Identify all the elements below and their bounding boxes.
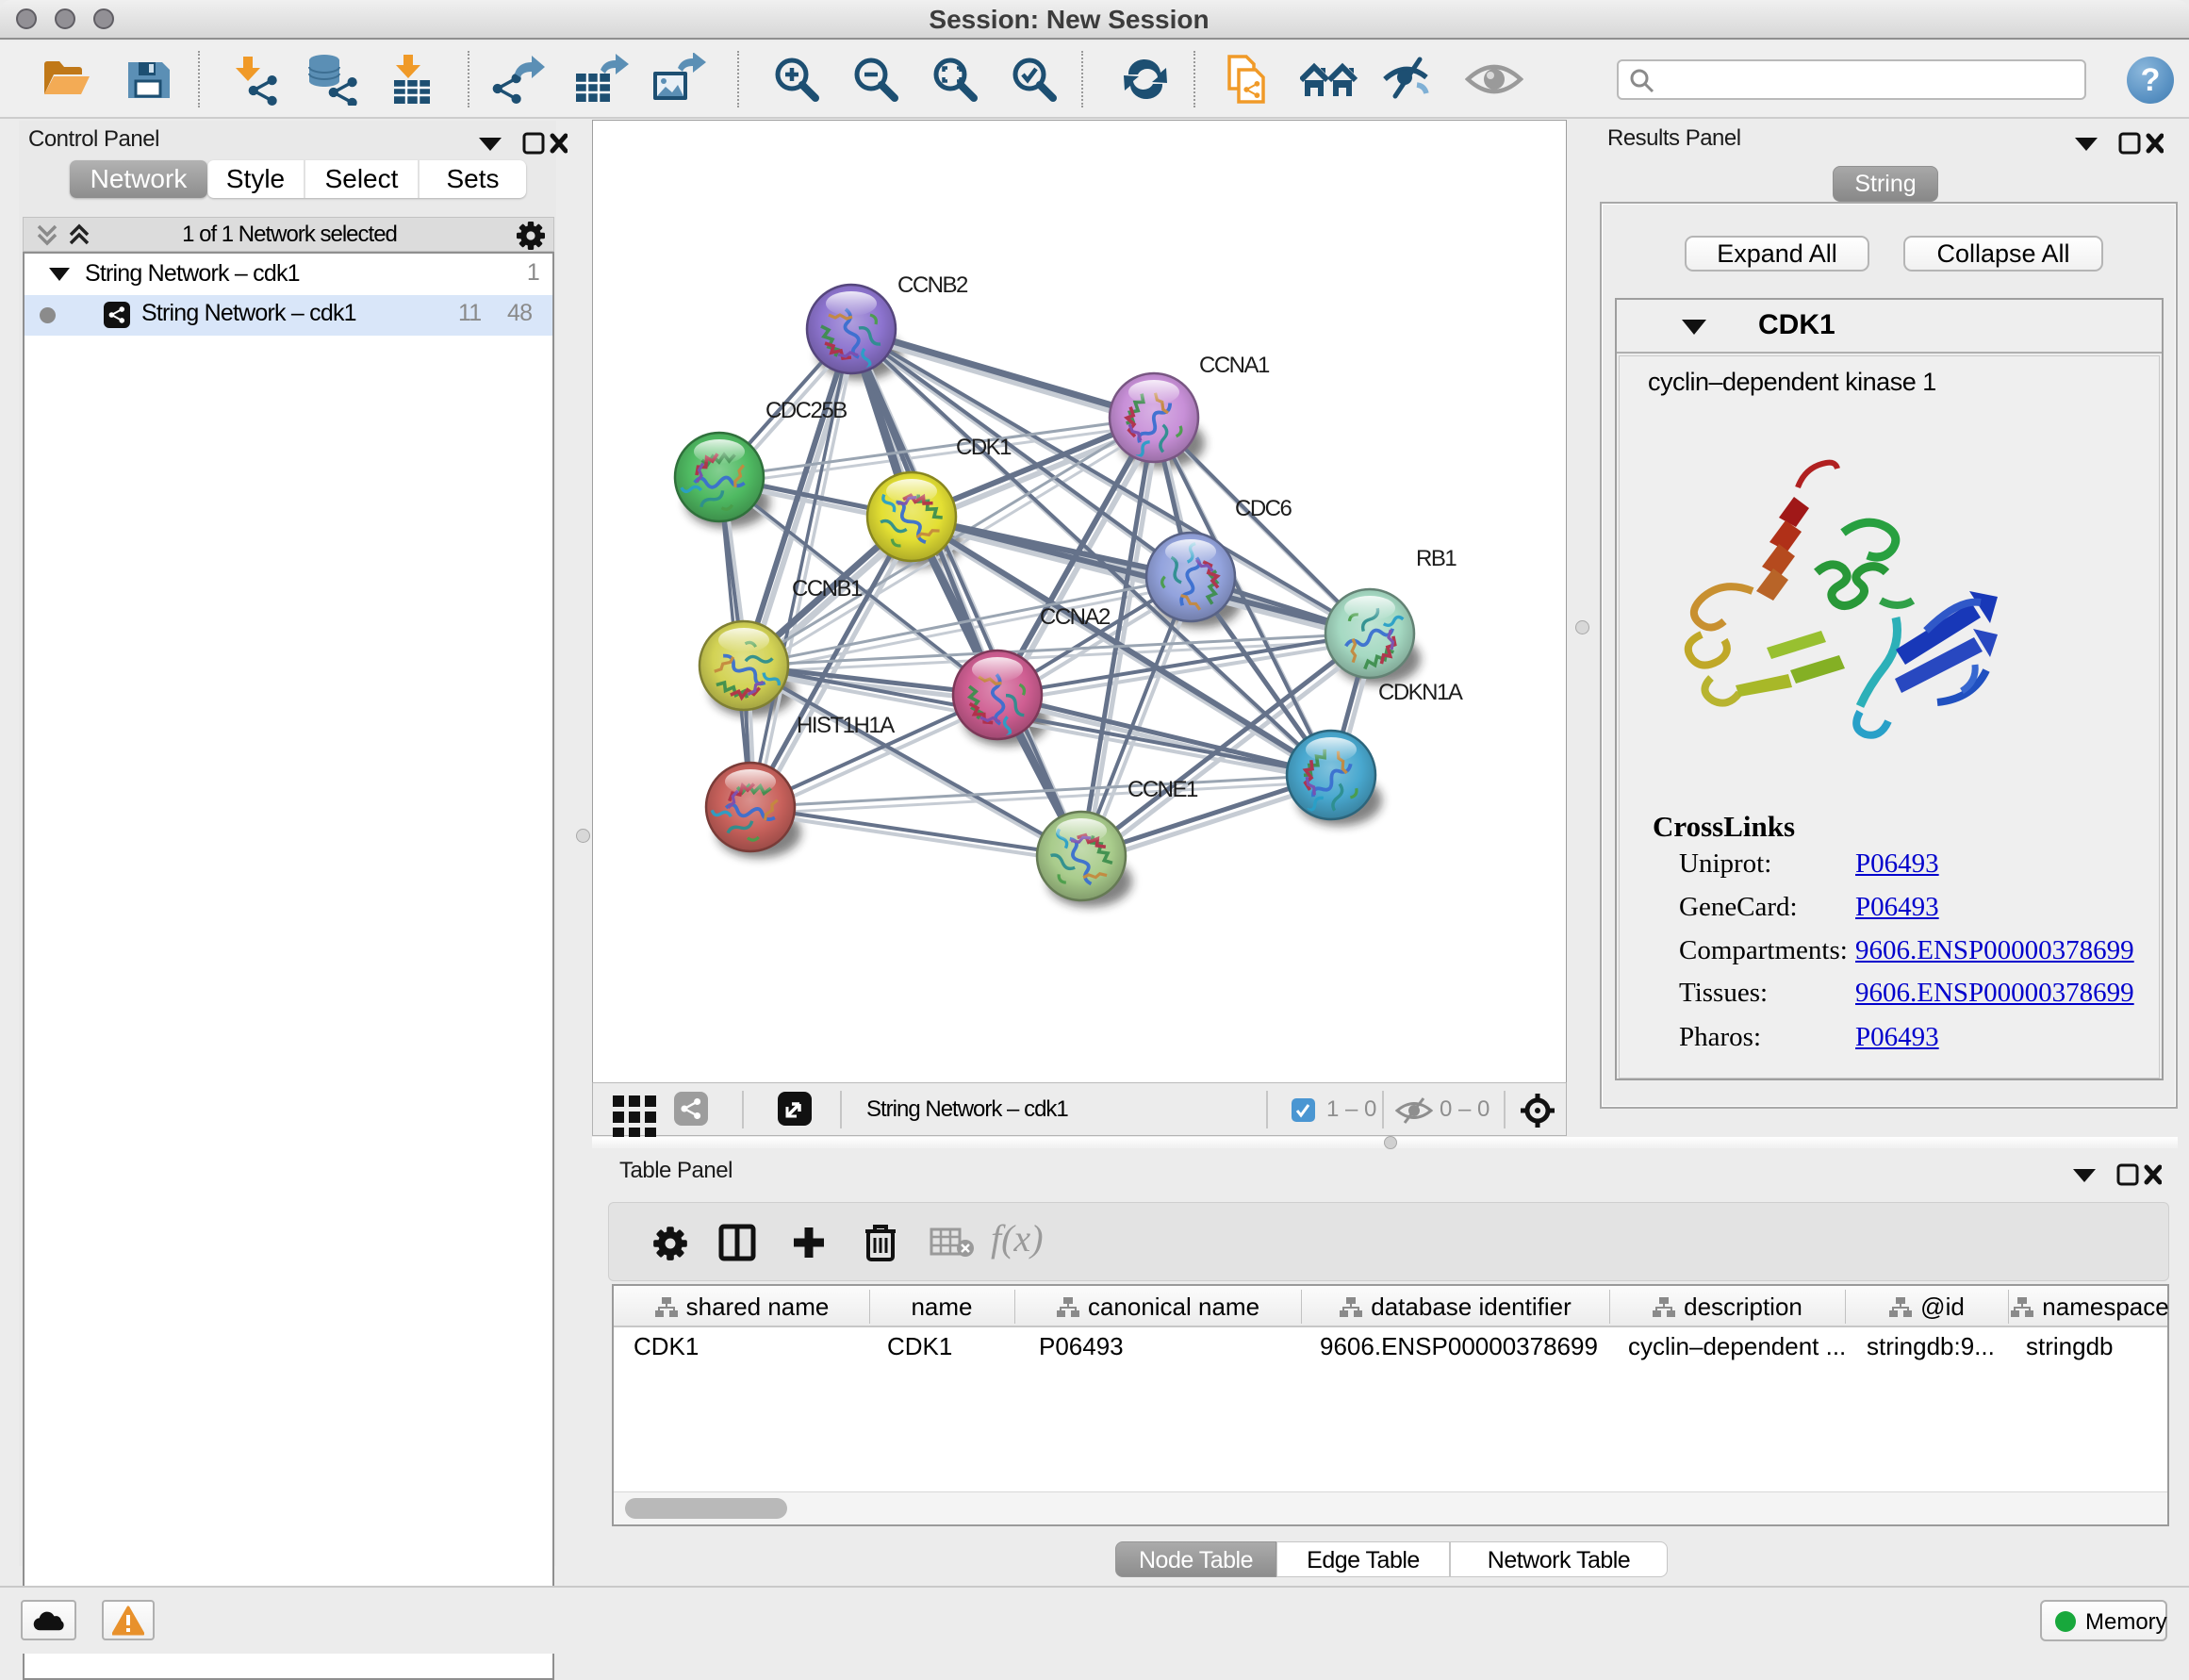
svg-text:CCNE1: CCNE1: [1127, 777, 1198, 802]
svg-text:CDC25B: CDC25B: [765, 398, 847, 423]
svg-text:CDK1: CDK1: [956, 435, 1012, 460]
svg-text:CCNB1: CCNB1: [792, 576, 863, 601]
svg-text:RB1: RB1: [1416, 546, 1457, 571]
svg-text:CCNB2: CCNB2: [897, 272, 968, 298]
svg-text:CCNA2: CCNA2: [1040, 604, 1111, 630]
svg-text:HIST1H1A: HIST1H1A: [797, 713, 895, 738]
svg-text:CCNA1: CCNA1: [1199, 353, 1270, 378]
svg-text:CDC6: CDC6: [1235, 496, 1292, 521]
svg-text:CDKN1A: CDKN1A: [1378, 680, 1463, 705]
